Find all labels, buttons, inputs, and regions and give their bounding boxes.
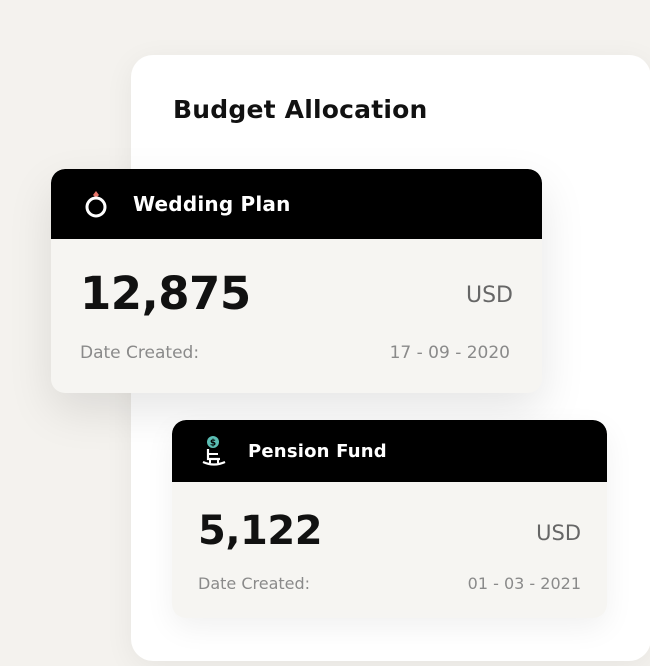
svg-text:$: $ [210,439,216,449]
budget-card-pension-fund[interactable]: $ Pension Fund 5,122 USD Date Created: 0… [172,420,607,618]
card-title: Wedding Plan [133,192,291,216]
amount-value: 12,875 [80,267,251,320]
budget-card-wedding-plan[interactable]: Wedding Plan 12,875 USD Date Created: 17… [51,169,542,393]
panel-title: Budget Allocation [173,95,428,124]
amount-value: 5,122 [198,508,323,554]
card-header: $ Pension Fund [172,420,607,482]
currency-label: USD [536,521,581,545]
date-created-label: Date Created: [80,343,200,363]
rocking-chair-icon: $ [200,435,228,467]
ring-icon [83,189,109,219]
date-created-value: 17 - 09 - 2020 [389,343,510,363]
currency-label: USD [465,283,513,308]
date-created-label: Date Created: [198,574,311,593]
date-created-value: 01 - 03 - 2021 [467,574,581,593]
card-title: Pension Fund [248,440,387,462]
card-header: Wedding Plan [51,169,542,239]
